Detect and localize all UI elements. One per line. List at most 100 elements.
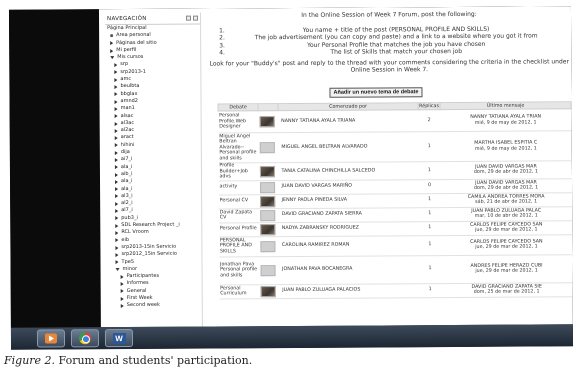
last-post-cell: DAVID GRACIANO ZAPATA SIE dom, 25 de mar … — [441, 282, 573, 298]
monitor-bezel — [8, 9, 101, 328]
last-post-cell: JUAN DAVID VARGAS MAR dom, 29 de abr de 2… — [440, 160, 572, 180]
discussion-topic-link[interactable]: PERSONAL PROFILE AND SKILLS — [218, 236, 259, 257]
table-row[interactable]: Personal Curriculum JUAN PABLO ZULUAGA PA… — [219, 282, 573, 299]
discussion-topic-link[interactable]: David Zapata CV — [218, 208, 259, 223]
taskbar-button[interactable] — [70, 329, 100, 348]
replies-count[interactable]: 1 — [419, 283, 442, 298]
navigation-tree: Página Principal Área personal Páginas del… — [105, 25, 202, 310]
author-link[interactable]: JUAN PABLO ZULUAGA PALACIOS — [279, 283, 420, 299]
last-post-date[interactable]: jue, 29 de mar de 2012, 1 — [442, 269, 571, 275]
author-link[interactable]: TANIA CATALINA CHINCHILLA SALCEDO — [278, 161, 419, 181]
discussion-topic-link[interactable]: Personal Profile — [218, 222, 259, 237]
last-post-date[interactable]: mié, 9 de may de 2012, 1 — [441, 120, 570, 126]
discussion-topic-link[interactable]: Miguel Angel Beltran Alvarado--Personal … — [218, 132, 259, 163]
default-avatar-icon[interactable] — [259, 181, 275, 193]
table-row[interactable]: Personal Profile.Web Designer NANNY TATIA… — [218, 108, 572, 133]
browser-viewport: NAVEGACIÓN Página Principal Área personal… — [98, 6, 573, 328]
discussion-topic-link[interactable]: Jonathan Pava Personal profile and skill… — [218, 256, 260, 285]
last-post-cell: CARLOS FELIPE CAYCEDO SAN jue, 29 de mar … — [440, 234, 572, 256]
windows-taskbar: W — [10, 324, 574, 350]
discussion-topic-link[interactable]: Personal Profile.Web Designer — [218, 110, 259, 133]
sidebar-item-label: hihini — [120, 141, 135, 148]
collapsed-arrow-icon — [114, 172, 118, 177]
collapsed-arrow-icon — [114, 165, 118, 170]
figure-caption: Figure 2. Forum and students' participat… — [4, 354, 252, 367]
table-row[interactable]: Jonathan Pava Personal profile and skill… — [218, 254, 573, 285]
figure-label: Figure 2. — [4, 354, 56, 367]
author-link[interactable]: NADYA ZABRANSKY RODRIGUEZ — [278, 221, 419, 237]
last-post-cell: ANDRES FELIPE HERAZO CUBI jue, 29 de mar … — [440, 254, 573, 284]
user-photo[interactable] — [259, 116, 275, 128]
expanded-arrow-icon — [115, 267, 120, 272]
taskbar-button[interactable]: W — [104, 328, 134, 348]
replies-count[interactable]: 1 — [418, 221, 441, 236]
table-row[interactable]: PERSONAL PROFILE AND SKILLS CAROLINA RAMI… — [218, 234, 572, 257]
forum-rows: Personal Profile.Web Designer NANNY TATIA… — [218, 108, 573, 299]
replies-count[interactable]: 1 — [418, 161, 441, 180]
author-link[interactable]: CAROLINA RAMIREZ ROMAN — [278, 235, 419, 257]
user-photo[interactable] — [259, 195, 275, 207]
replies-count[interactable]: 2 — [418, 109, 441, 132]
last-post-date[interactable]: mié, 9 de may de 2012, 1 — [441, 146, 570, 152]
collapsed-arrow-icon — [114, 136, 118, 141]
replies-count[interactable]: 0 — [418, 179, 441, 194]
sidebar-item-label: eib — [121, 236, 130, 243]
last-post-date[interactable]: sáb, 21 de abr de 2012, 1 — [442, 200, 571, 206]
user-photo[interactable] — [259, 223, 275, 235]
default-avatar-icon[interactable] — [260, 264, 276, 276]
last-post-date[interactable]: dom, 29 de abr de 2012, 1 — [441, 170, 570, 176]
collapsed-arrow-icon — [114, 77, 118, 82]
last-post-date[interactable]: dom, 25 de mar de 2012, 1 — [442, 290, 571, 296]
author-link[interactable]: DAVID GRACIANO ZAPATA SIERRA — [278, 207, 419, 223]
table-row[interactable]: Miguel Angel Beltran Alvarado--Personal … — [218, 130, 572, 163]
replies-count[interactable]: 1 — [418, 207, 441, 222]
add-discussion-topic-button[interactable]: Añadir un nuevo tema de debate — [329, 87, 423, 98]
sidebar-item-label: amnd2 — [120, 97, 139, 105]
collapsed-arrow-icon — [115, 223, 119, 228]
replies-count[interactable]: 1 — [418, 255, 442, 284]
last-post-cell: NANNY TATIANA AYALA TRIAN mié, 9 de may d… — [440, 108, 572, 132]
sidebar-item[interactable]: Second week — [107, 302, 202, 310]
author-link[interactable]: MIGUEL ANGEL BELTRAN ALVARADO — [278, 131, 419, 163]
replies-count[interactable]: 1 — [418, 193, 441, 208]
word-icon: W — [112, 332, 126, 344]
default-avatar-icon[interactable] — [259, 142, 275, 154]
sidebar-item-label: Participantes — [126, 272, 160, 280]
discussion-topic-link[interactable]: activity — [218, 180, 259, 195]
avatar-cell — [258, 162, 279, 181]
block-controls — [186, 15, 199, 21]
user-photo[interactable] — [259, 165, 275, 178]
discussion-topic-link[interactable]: Personal Curriculum — [219, 284, 260, 299]
author-link[interactable]: JONATHAN PAVA BOCANEGRA — [278, 255, 420, 285]
collapsed-arrow-icon — [114, 85, 118, 90]
collapsed-arrow-icon — [114, 70, 118, 75]
replies-count[interactable]: 1 — [418, 235, 441, 256]
sidebar-item-label: ala_i — [120, 163, 133, 170]
author-link[interactable]: NANNY TATIANA AYALA TRIANA — [278, 109, 419, 133]
sidebar-item-label: ala_i — [121, 185, 133, 192]
last-post-date[interactable]: dom, 29 de abr de 2012, 1 — [442, 186, 571, 192]
avatar-cell — [258, 132, 279, 163]
default-avatar-icon[interactable] — [259, 209, 275, 221]
table-row[interactable]: Profile Builder+Job advs TANIA CATALINA C… — [218, 160, 572, 181]
last-post-date[interactable]: jue, 29 de mar de 2012, 1 — [442, 228, 571, 234]
author-link[interactable]: JUAN DAVID VARGAS MARIÑO — [278, 179, 419, 195]
sidebar-item-label: dija — [120, 149, 130, 156]
default-avatar-icon[interactable] — [259, 240, 275, 252]
last-post-date[interactable]: mar, 10 de abr de 2012, 1 — [442, 214, 571, 220]
discussion-topic-link[interactable]: Personal CV — [218, 194, 259, 209]
collapsed-arrow-icon — [115, 252, 119, 257]
taskbar-button[interactable] — [36, 329, 66, 348]
last-post-date[interactable]: jue, 29 de mar de 2012, 1 — [442, 245, 571, 251]
sidebar-item-label: Tpe5 — [121, 258, 135, 265]
avatar-cell — [259, 284, 280, 299]
replies-count[interactable]: 1 — [418, 131, 441, 162]
author-link[interactable]: JENNY PAOLA PINEDA SILVA — [278, 193, 419, 209]
dock-icon[interactable] — [186, 15, 192, 21]
collapsed-arrow-icon — [114, 106, 118, 111]
collapsed-arrow-icon — [115, 209, 119, 214]
discussion-topic-link[interactable]: Profile Builder+Job advs — [218, 162, 259, 181]
user-photo[interactable] — [260, 285, 276, 297]
collapsed-arrow-icon — [114, 121, 118, 126]
collapse-icon[interactable] — [193, 15, 199, 21]
